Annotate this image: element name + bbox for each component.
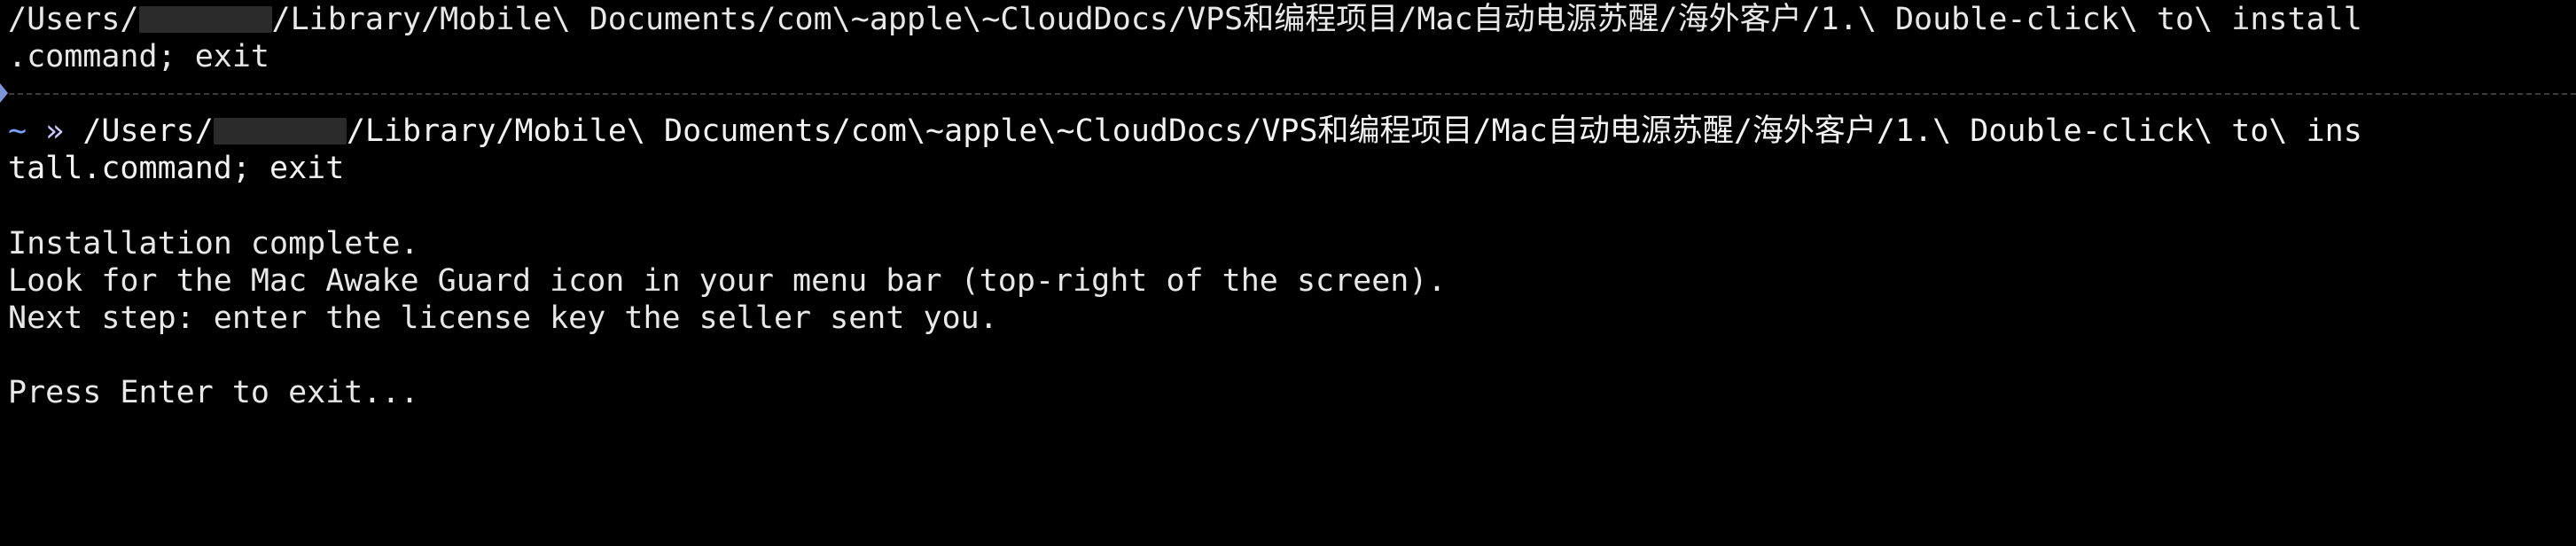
output-line: Installation complete. bbox=[8, 226, 419, 261]
redacted-username bbox=[213, 118, 347, 144]
redacted-username bbox=[138, 6, 272, 33]
path-remainder: /Library/Mobile\ Documents/com\~apple\~C… bbox=[271, 2, 2362, 37]
command-wrap: tall.command; exit bbox=[8, 151, 345, 186]
prompt-arrow-icon: » bbox=[45, 113, 65, 149]
path-wrap: .command; exit bbox=[8, 39, 270, 74]
previous-command-wrap-line: .command; exit bbox=[8, 38, 269, 75]
output-line: Next step: enter the license key the sel… bbox=[8, 300, 998, 336]
prompt-separator bbox=[0, 93, 2576, 95]
command-path-remainder: /Library/Mobile\ Documents/com\~apple\~C… bbox=[346, 113, 2362, 149]
command-path-prefix: /Users/ bbox=[82, 113, 214, 149]
previous-command-line: /Users/ /Library/Mobile\ Documents/com\~a… bbox=[8, 1, 2362, 38]
output-line: Look for the Mac Awake Guard icon in you… bbox=[8, 263, 1447, 299]
prompt-marker-icon bbox=[0, 83, 8, 103]
prompt-tilde: ~ bbox=[8, 113, 27, 149]
path-prefix: /Users/ bbox=[8, 2, 139, 37]
terminal-window[interactable]: /Users/ /Library/Mobile\ Documents/com\~a… bbox=[0, 0, 2576, 546]
output-line: Press Enter to exit... bbox=[8, 375, 419, 410]
command-wrap-line: tall.command; exit bbox=[8, 150, 344, 187]
prompt-command-line: ~ » /Users/ /Library/Mobile\ Documents/co… bbox=[8, 113, 2362, 150]
